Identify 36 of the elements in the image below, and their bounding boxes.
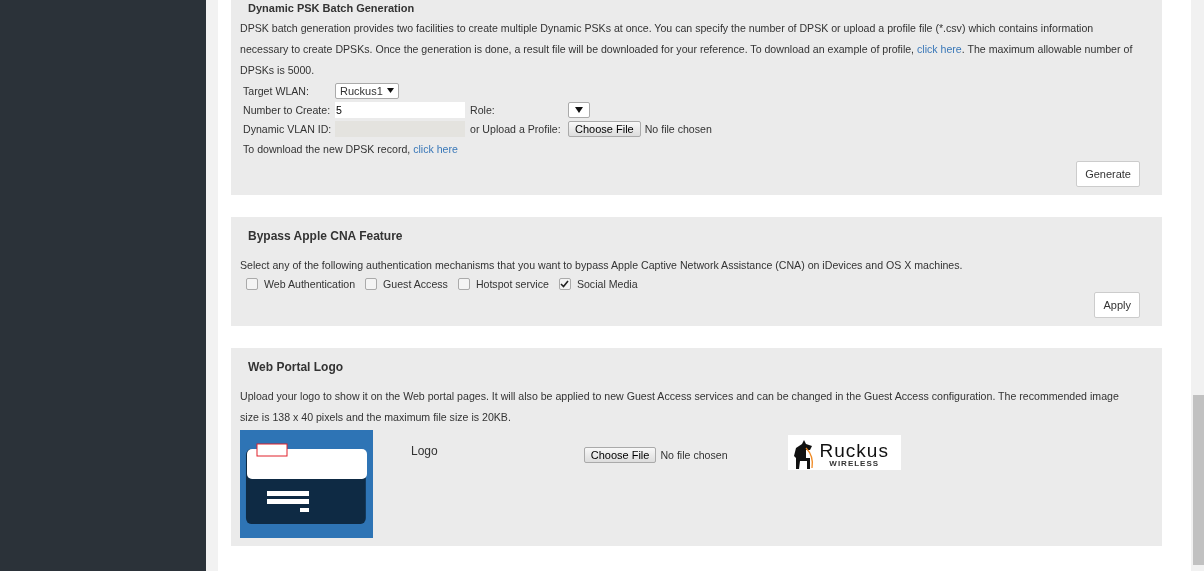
checkbox-label: Web Authentication xyxy=(264,278,356,290)
logo-label: Logo xyxy=(411,444,438,458)
checkbox-label: Guest Access xyxy=(383,278,448,290)
choose-file-button[interactable]: Choose File xyxy=(583,447,657,463)
file-status-text: No file chosen xyxy=(644,122,712,135)
checkbox-label: Hotspot service xyxy=(475,278,549,290)
description-text: Upload your logo to show it on the Web portal pages. It will also be applied to new Guest Access services and can be changed in the Guest Access configuration. The recommended image size is 138 x 40 pixels and the maximum file size is 20KB. xyxy=(240,389,1120,425)
checkbox-label: Social Media xyxy=(576,278,638,290)
generate-button[interactable]: Generate xyxy=(1076,161,1140,187)
wlan-dropdown[interactable]: Ruckus1 xyxy=(335,82,399,99)
description-text: Select any of the following authentication mechanisms that you want to bypass Apple Captive Network Assistance (CNA) on iDevices and OS X machines. xyxy=(240,258,964,273)
checkbox[interactable] xyxy=(365,278,378,290)
scrollbar[interactable] xyxy=(1191,0,1204,571)
field-label: Target WLAN: xyxy=(243,84,310,97)
description-text: DPSK batch generation provides two facilities to create multiple Dynamic PSKs at once. You can specify the number of DPSK or upload a profile file (*.csv) which contains information necessary to create DPSKs. Once the generation is done, a result file will be downloaded for your reference. To download an example of profile, click here. The maximum allowable number of DPSKs is 5000. xyxy=(240,21,1134,78)
section-title: Bypass Apple CNA Feature xyxy=(247,228,404,245)
file-status-text: No file chosen xyxy=(660,449,728,461)
field-label: Role: xyxy=(470,103,496,116)
section-title: Web Portal Logo xyxy=(247,359,345,376)
number-input-field[interactable]: 5 xyxy=(335,101,465,118)
field-label: Number to Create: xyxy=(243,103,332,116)
download-record-link[interactable]: click here xyxy=(413,143,458,155)
choose-file-button[interactable]: Choose File xyxy=(568,120,641,137)
ruckus-logo: Ruckus WIRELESS xyxy=(787,435,901,470)
caret-icon xyxy=(386,88,394,93)
field-label: Dynamic VLAN ID: xyxy=(243,122,333,135)
role-dropdown[interactable] xyxy=(568,101,590,118)
apply-button[interactable]: Apply xyxy=(1094,292,1140,318)
example-profile-link[interactable]: click here xyxy=(917,43,962,55)
field-label: or Upload a Profile: xyxy=(470,122,562,135)
caret-icon xyxy=(575,106,583,113)
section-title: Dynamic PSK Batch Generation xyxy=(247,1,416,14)
checkbox[interactable] xyxy=(558,278,571,290)
checkbox[interactable] xyxy=(457,278,470,290)
download-record-text: To download the new DPSK record, click here xyxy=(243,142,459,157)
checkbox[interactable] xyxy=(246,278,258,290)
